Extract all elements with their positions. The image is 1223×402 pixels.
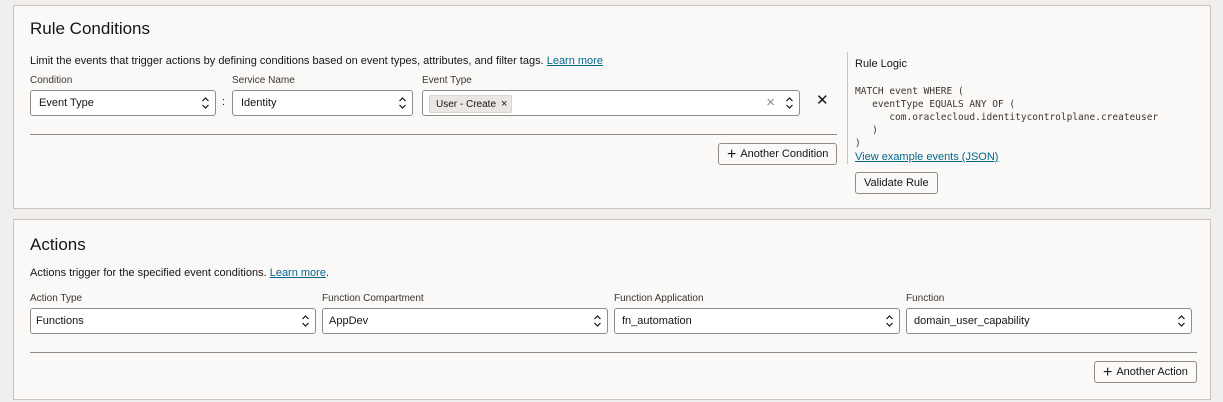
actions-learn-more-link[interactable]: Learn more — [270, 267, 326, 279]
condition-label: Condition — [30, 75, 73, 86]
condition-separator: : — [222, 96, 226, 108]
rule-conditions-panel: Rule Conditions Limit the events that tr… — [13, 5, 1211, 209]
validate-rule-button[interactable]: Validate Rule — [855, 172, 938, 194]
function-select[interactable]: domain_user_capability — [906, 308, 1192, 334]
condition-select[interactable]: Event Type — [30, 90, 216, 116]
actions-description-period: . — [325, 267, 330, 279]
function-select-value: domain_user_capability — [914, 315, 1030, 327]
function-label: Function — [906, 293, 945, 304]
actions-title: Actions — [30, 235, 86, 254]
rule-conditions-description-text: Limit the events that trigger actions by… — [30, 55, 544, 67]
rule-logic-title: Rule Logic — [855, 58, 907, 70]
event-type-chip-label: User - Create — [436, 99, 497, 110]
chip-remove-icon[interactable]: × — [501, 98, 507, 110]
action-type-select-value: Functions — [36, 315, 84, 327]
learn-more-link[interactable]: Learn more — [547, 55, 603, 67]
actions-description: Actions trigger for the specified event … — [30, 267, 329, 279]
chevron-up-down-icon — [399, 97, 406, 109]
function-compartment-select[interactable]: AppDev — [322, 308, 608, 334]
plus-icon: + — [1103, 364, 1113, 381]
chevron-up-down-icon — [886, 315, 893, 327]
conditions-divider — [30, 134, 837, 135]
code-line: eventType EQUALS ANY OF ( — [855, 99, 1016, 110]
service-name-select[interactable]: Identity — [232, 90, 413, 116]
actions-description-text: Actions trigger for the specified event … — [30, 267, 267, 279]
another-condition-label: Another Condition — [740, 148, 829, 160]
function-compartment-select-value: AppDev — [329, 315, 369, 327]
another-condition-button[interactable]: + Another Condition — [718, 143, 838, 165]
view-example-events-link[interactable]: View example events (JSON) — [855, 151, 998, 163]
rule-conditions-title: Rule Conditions — [30, 19, 151, 38]
function-compartment-label: Function Compartment — [322, 293, 424, 304]
action-type-select[interactable]: Functions — [30, 308, 316, 334]
action-type-label: Action Type — [30, 293, 83, 304]
function-application-label: Function Application — [614, 293, 704, 304]
rule-conditions-description: Limit the events that trigger actions by… — [30, 55, 603, 67]
chevron-up-down-icon — [594, 315, 601, 327]
rule-logic-code: MATCH event WHERE ( eventType EQUALS ANY… — [855, 85, 1158, 150]
plus-icon: + — [727, 146, 737, 163]
actions-panel: Actions Actions trigger for the specifie… — [13, 219, 1211, 400]
actions-divider — [30, 352, 1197, 353]
chevron-up-down-icon — [202, 97, 209, 109]
event-type-chip: User - Create × — [429, 95, 513, 113]
code-line: com.oraclecloud.identitycontrolplane.cre… — [855, 112, 1159, 123]
chevron-up-down-icon — [302, 315, 309, 327]
code-line: ) — [855, 138, 861, 149]
code-line: ) — [855, 125, 878, 136]
another-action-button[interactable]: + Another Action — [1094, 361, 1197, 383]
chevron-up-down-icon — [1178, 315, 1185, 327]
service-name-select-value: Identity — [241, 97, 277, 109]
function-application-select-value: fn_automation — [622, 315, 692, 327]
condition-select-value: Event Type — [39, 97, 94, 109]
rule-logic-divider — [847, 52, 848, 164]
clear-icon[interactable]: × — [766, 91, 775, 115]
function-application-select[interactable]: fn_automation — [614, 308, 900, 334]
service-name-label: Service Name — [232, 75, 295, 86]
event-type-label: Event Type — [422, 75, 472, 86]
event-type-select[interactable]: User - Create × × — [422, 90, 800, 116]
another-action-label: Another Action — [1116, 366, 1188, 378]
code-line: MATCH event WHERE ( — [855, 86, 964, 97]
remove-condition-close-icon[interactable]: ✕ — [816, 91, 829, 109]
chevron-up-down-icon — [786, 97, 793, 109]
